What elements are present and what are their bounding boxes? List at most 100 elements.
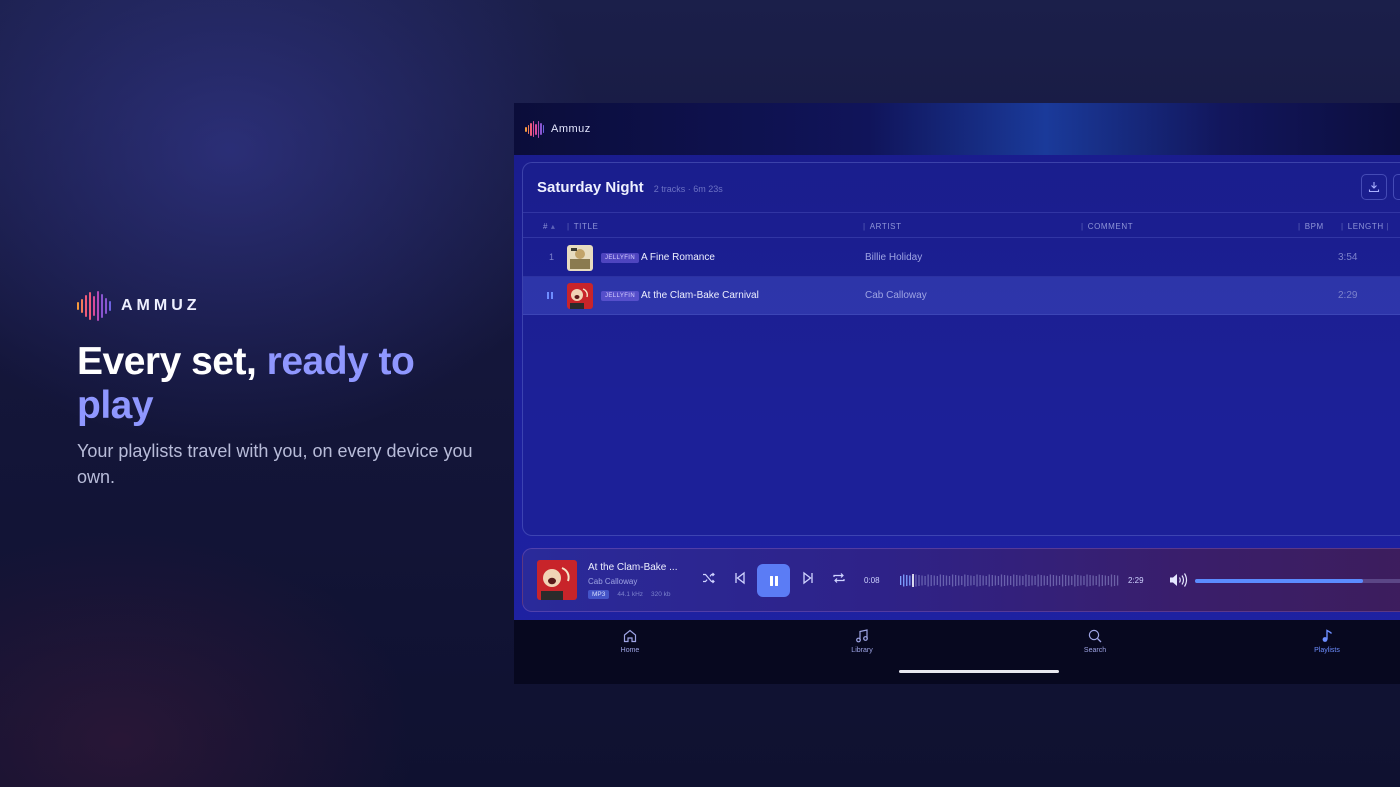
waveform-bar [1089, 575, 1091, 586]
waveform-bar [951, 574, 954, 587]
table-row[interactable]: 1 JELLYFIN A Fine Romance Billie Holiday… [523, 239, 1400, 277]
tab-playlists[interactable]: Playlists [1297, 628, 1357, 654]
now-playing-title: At the Clam-Bake ... [588, 562, 678, 573]
waveform-bar [979, 575, 981, 586]
track-title: A Fine Romance [641, 252, 715, 263]
pause-button[interactable] [757, 564, 790, 597]
waveform-bar [1113, 575, 1116, 586]
now-playing-art[interactable] [537, 560, 577, 600]
waveform-bar [1086, 574, 1088, 587]
waveform-bar [1043, 575, 1045, 586]
waveform-bar [964, 574, 966, 587]
waveform-bar [1055, 575, 1058, 586]
playlist-title: Saturday Night [537, 179, 644, 196]
waveform-bar [1046, 576, 1048, 585]
waveform-bar [1101, 575, 1103, 586]
hero: AMMUZ Every set, ready to play Your play… [77, 290, 497, 490]
waveform-bar [945, 575, 948, 586]
volume-slider[interactable] [1195, 579, 1400, 583]
playhead [912, 574, 914, 587]
sample-rate: 44.1 kHz [617, 591, 644, 598]
waveform-bar [1013, 574, 1015, 587]
duration-time: 2:29 [1128, 576, 1144, 585]
waveform-bar [1040, 575, 1042, 586]
track-artist: Cab Calloway [865, 290, 927, 301]
waveform-bar [1110, 574, 1113, 587]
pause-icon [769, 575, 778, 586]
next-icon[interactable] [801, 571, 815, 585]
waveform-bar [985, 576, 987, 585]
track-index: 1 [549, 252, 555, 262]
waveform-scrubber[interactable] [900, 574, 1120, 587]
waveform-bar-played [909, 575, 911, 586]
waveform-bar [930, 575, 932, 586]
col-comment[interactable]: | COMMENT [1081, 222, 1133, 231]
repeat-icon[interactable] [832, 571, 846, 585]
previous-icon[interactable] [733, 571, 747, 585]
tab-search[interactable]: Search [1065, 628, 1125, 654]
waveform-bar [1034, 576, 1036, 585]
table-row[interactable]: JELLYFIN At the Clam-Bake Carnival Cab C… [523, 277, 1400, 315]
waveform-bar [933, 575, 935, 586]
waveform-bar [1080, 575, 1082, 586]
waveform-bar [924, 576, 926, 585]
tab-library[interactable]: Library [832, 628, 892, 654]
volume-icon[interactable] [1168, 572, 1188, 588]
playlist-header: Saturday Night 2 tracks · 6m 23s [537, 179, 723, 196]
more-button[interactable] [1393, 174, 1400, 200]
waveform-bar-played [906, 575, 908, 586]
waveform-bar [988, 574, 990, 587]
col-length[interactable]: | LENGTH | [1341, 222, 1393, 231]
playlist-actions [1361, 174, 1400, 200]
table-header: # ▴ | TITLE | ARTIST | COMMENT | BPM | LENGTH… [523, 212, 1400, 238]
waveform-bar [1006, 575, 1009, 586]
waveform-bar [982, 575, 984, 586]
home-indicator [899, 670, 1059, 673]
brand-logo-icon [77, 290, 111, 322]
headline: Every set, ready to play [77, 340, 497, 428]
subline: Your playlists travel with you, on every… [77, 441, 473, 487]
waveform-bar [994, 575, 997, 586]
download-button[interactable] [1361, 174, 1387, 200]
waveform-bar-played [903, 574, 905, 587]
waveform-bar [1065, 575, 1067, 586]
shuffle-icon[interactable] [702, 571, 716, 585]
now-playing-icon [547, 292, 553, 299]
col-title[interactable]: | TITLE [567, 222, 598, 231]
bitrate: 320 kb [651, 591, 671, 598]
device-screen: Ammuz Saturday Night 2 tracks · 6m 23s #… [514, 103, 1400, 684]
waveform-bar [1016, 575, 1018, 586]
waveform-bar [939, 574, 942, 587]
waveform-bar [1077, 575, 1079, 586]
waveform-bar [1037, 574, 1039, 587]
album-art [567, 245, 593, 271]
waveform-bar [1061, 574, 1064, 587]
col-index[interactable]: # ▴ [543, 222, 556, 231]
waveform-bar [915, 574, 917, 587]
waveform-bar [1003, 575, 1006, 586]
col-bpm[interactable]: | BPM [1298, 222, 1324, 231]
app-logo-icon [525, 120, 544, 138]
brand-name: AMMUZ [121, 297, 201, 314]
waveform-bar [991, 575, 993, 586]
track-title: At the Clam-Bake Carnival [641, 290, 759, 301]
elapsed-time: 0:08 [864, 576, 880, 585]
app-title: Ammuz [551, 123, 591, 135]
tab-home[interactable]: Home [600, 628, 660, 654]
search-icon [1088, 629, 1102, 643]
waveform-bar [967, 575, 969, 586]
waveform-bar [1010, 576, 1012, 585]
col-artist[interactable]: | ARTIST [863, 222, 902, 231]
waveform-bar [927, 574, 929, 587]
waveform-bar [921, 575, 923, 586]
track-artist: Billie Holiday [865, 252, 923, 263]
playlists-icon [1322, 629, 1333, 642]
playlist-meta: 2 tracks · 6m 23s [653, 184, 723, 194]
waveform-bar [1116, 575, 1119, 586]
headline-white: Every set, [77, 340, 267, 383]
waveform-bar [1049, 574, 1052, 587]
waveform-bar [1083, 576, 1085, 585]
waveform-bar [1052, 575, 1055, 586]
waveform-bar [1000, 574, 1003, 587]
source-badge: JELLYFIN [601, 253, 640, 263]
